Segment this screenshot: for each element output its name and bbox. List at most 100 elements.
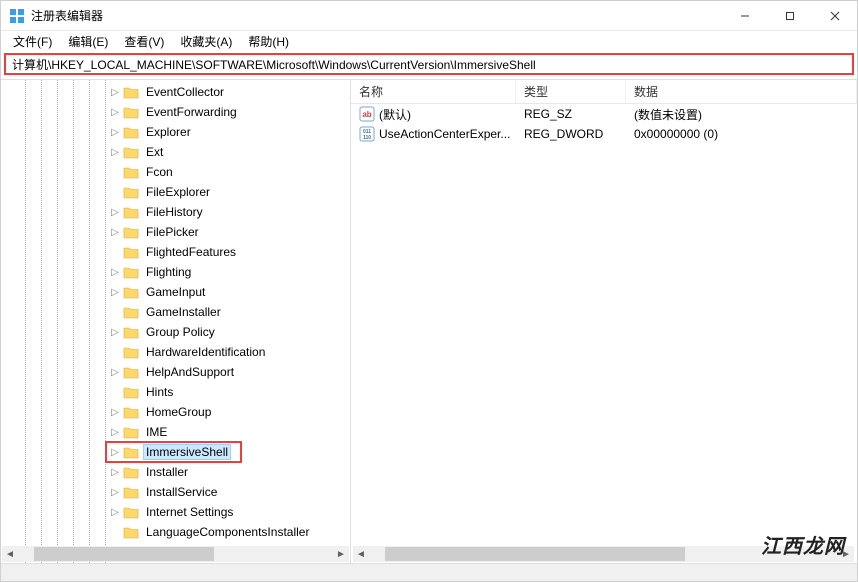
scroll-thumb[interactable] (385, 547, 685, 561)
scroll-left-icon[interactable]: ◄ (353, 549, 369, 560)
tree-horizontal-scrollbar[interactable]: ◄ ► (2, 546, 349, 562)
tree-item-label: IME (143, 424, 170, 440)
chevron-right-icon[interactable]: ▷ (109, 287, 121, 298)
folder-icon (123, 425, 139, 439)
tree-item[interactable]: ▷FlightedFeatures (1, 242, 350, 262)
menu-file[interactable]: 文件(F) (7, 31, 58, 52)
maximize-button[interactable] (767, 1, 812, 30)
folder-icon (123, 245, 139, 259)
chevron-right-icon[interactable]: ▷ (109, 467, 121, 478)
tree-item[interactable]: ▷Fcon (1, 162, 350, 182)
folder-icon (123, 485, 139, 499)
tree-item[interactable]: ▷ IME (1, 422, 350, 442)
tree-item[interactable]: ▷ FileHistory (1, 202, 350, 222)
list-row[interactable]: (默认)REG_SZ(数值未设置) (351, 104, 857, 124)
chevron-right-icon[interactable]: ▷ (109, 407, 121, 418)
tree-item-label: Internet Settings (143, 504, 236, 520)
tree-item[interactable]: ▷ EventForwarding (1, 102, 350, 122)
tree-item[interactable]: ▷ ImmersiveShell (1, 442, 350, 462)
folder-icon (123, 465, 139, 479)
tree-item[interactable]: ▷Ext (1, 142, 350, 162)
tree-item-label: EventCollector (143, 84, 227, 100)
chevron-right-icon[interactable]: ▷ (109, 227, 121, 238)
menu-edit[interactable]: 编辑(E) (62, 31, 114, 52)
chevron-right-icon[interactable]: ▷ (109, 427, 121, 438)
folder-icon (123, 185, 139, 199)
menu-view[interactable]: 查看(V) (118, 31, 170, 52)
tree-item[interactable]: ▷ Flighting (1, 262, 350, 282)
tree-item-label: EventForwarding (143, 104, 240, 120)
tree-item-label: ImmersiveShell (143, 444, 231, 460)
scroll-left-icon[interactable]: ◄ (2, 549, 18, 560)
addressbar-container: 计算机\HKEY_LOCAL_MACHINE\SOFTWARE\Microsof… (4, 53, 854, 75)
tree-item[interactable]: ▷HardwareIdentification (1, 342, 350, 362)
tree-item-label: Fcon (143, 164, 176, 180)
tree-item[interactable]: ▷ Group Policy (1, 322, 350, 342)
chevron-right-icon[interactable]: ▷ (109, 87, 121, 98)
tree-item-label: HardwareIdentification (143, 344, 268, 360)
tree-item[interactable]: ▷GameInput (1, 282, 350, 302)
app-icon (9, 8, 25, 24)
folder-icon (123, 365, 139, 379)
tree-item-label: FileHistory (143, 204, 206, 220)
tree-item-label: Explorer (143, 124, 194, 140)
folder-icon (123, 285, 139, 299)
minimize-button[interactable] (722, 1, 767, 30)
column-header-data[interactable]: 数据 (626, 80, 857, 103)
value-type-cell: REG_SZ (516, 107, 626, 121)
value-name: UseActionCenterExper... (379, 127, 510, 141)
folder-icon (123, 445, 139, 459)
tree-item[interactable]: ▷LanguageComponentsInstaller (1, 522, 350, 542)
tree-item[interactable]: ▷ HelpAndSupport (1, 362, 350, 382)
menu-favorites[interactable]: 收藏夹(A) (174, 31, 238, 52)
tree-item[interactable]: ▷ Explorer (1, 122, 350, 142)
scroll-right-icon[interactable]: ► (333, 549, 349, 560)
folder-icon (123, 525, 139, 539)
tree-item[interactable]: ▷ Internet Settings (1, 502, 350, 522)
chevron-right-icon[interactable]: ▷ (109, 127, 121, 138)
value-name-cell: (默认) (351, 106, 516, 123)
chevron-right-icon[interactable]: ▷ (109, 487, 121, 498)
tree-item-label: FlightedFeatures (143, 244, 239, 260)
column-header-type[interactable]: 类型 (516, 80, 626, 103)
close-button[interactable] (812, 1, 857, 30)
scroll-thumb[interactable] (34, 547, 214, 561)
folder-icon (123, 205, 139, 219)
address-path: 计算机\HKEY_LOCAL_MACHINE\SOFTWARE\Microsof… (12, 56, 536, 73)
tree-item-label: Group Policy (143, 324, 218, 340)
addressbar[interactable]: 计算机\HKEY_LOCAL_MACHINE\SOFTWARE\Microsof… (4, 53, 854, 75)
column-header-name[interactable]: 名称 (351, 80, 516, 103)
chevron-right-icon[interactable]: ▷ (109, 367, 121, 378)
titlebar: 注册表编辑器 (1, 1, 857, 31)
folder-icon (123, 385, 139, 399)
content-area: ▷ EventCollector ▷ EventForwarding ▷ Explorer… (1, 79, 857, 563)
folder-icon (123, 345, 139, 359)
tree-item[interactable]: ▷Hints (1, 382, 350, 402)
folder-icon (123, 85, 139, 99)
tree-item-label: Flighting (143, 264, 194, 280)
chevron-right-icon[interactable]: ▷ (109, 107, 121, 118)
watermark: 江西龙网 (761, 530, 845, 559)
folder-icon (123, 305, 139, 319)
chevron-right-icon[interactable]: ▷ (109, 507, 121, 518)
value-data-cell: 0x00000000 (0) (626, 127, 857, 141)
chevron-right-icon[interactable]: ▷ (109, 447, 121, 458)
list-row[interactable]: UseActionCenterExper...REG_DWORD0x000000… (351, 124, 857, 144)
tree-item[interactable]: ▷GameInstaller (1, 302, 350, 322)
tree-item[interactable]: ▷Installer (1, 462, 350, 482)
chevron-right-icon[interactable]: ▷ (109, 207, 121, 218)
tree-item[interactable]: ▷ EventCollector (1, 82, 350, 102)
tree-item[interactable]: ▷HomeGroup (1, 402, 350, 422)
tree-item[interactable]: ▷FileExplorer (1, 182, 350, 202)
chevron-right-icon[interactable]: ▷ (109, 147, 121, 158)
values-panel[interactable]: 名称 类型 数据 (默认)REG_SZ(数值未设置)UseActionCente… (351, 80, 857, 563)
tree-item-label: HelpAndSupport (143, 364, 237, 380)
menu-help[interactable]: 帮助(H) (242, 31, 295, 52)
string-value-icon (359, 106, 375, 122)
tree-panel[interactable]: ▷ EventCollector ▷ EventForwarding ▷ Explorer… (1, 80, 351, 563)
chevron-right-icon[interactable]: ▷ (109, 267, 121, 278)
tree-item[interactable]: ▷FilePicker (1, 222, 350, 242)
tree-item[interactable]: ▷InstallService (1, 482, 350, 502)
chevron-right-icon[interactable]: ▷ (109, 327, 121, 338)
window-title: 注册表编辑器 (31, 7, 722, 24)
